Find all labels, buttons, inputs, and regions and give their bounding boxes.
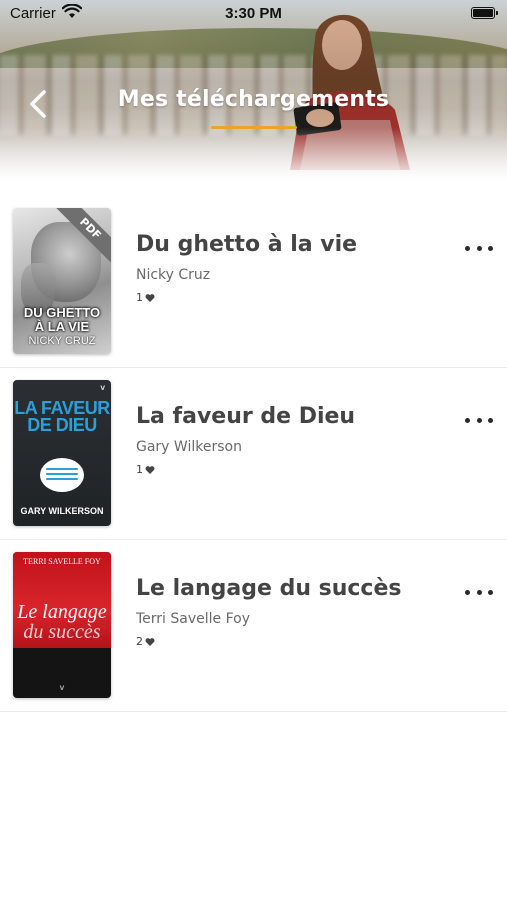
ellipsis-dot bbox=[488, 589, 493, 595]
book-author: Nicky Cruz bbox=[136, 267, 211, 283]
like-count-value: 1 bbox=[136, 463, 143, 476]
book-title[interactable]: La faveur de Dieu bbox=[136, 404, 355, 429]
cover-author: TERRI SAVELLE FOY bbox=[23, 557, 101, 566]
cover-title-line2: DE DIEU bbox=[27, 415, 97, 435]
clock: 3:30 PM bbox=[225, 5, 282, 22]
more-options-button[interactable] bbox=[465, 241, 493, 255]
like-count-value: 1 bbox=[136, 291, 143, 304]
downloads-list: PDF DU GHETTO À LA VIE NICKY CRUZ Du ghe… bbox=[0, 196, 507, 712]
heart-icon bbox=[145, 637, 155, 646]
heart-icon bbox=[145, 465, 155, 474]
like-count: 2 bbox=[136, 635, 155, 648]
book-cover[interactable]: PDF DU GHETTO À LA VIE NICKY CRUZ bbox=[13, 208, 111, 354]
book-row[interactable]: V LA FAVEUR DE DIEU GARY WILKERSON La fa… bbox=[0, 368, 507, 540]
ellipsis-dot bbox=[476, 245, 482, 251]
ellipsis-dot bbox=[476, 417, 482, 423]
cover-title: Le langage du succès bbox=[13, 602, 111, 642]
page-title: Mes téléchargements bbox=[117, 87, 390, 112]
ellipsis-dot bbox=[476, 589, 482, 595]
cover-title-line1: DU GHETTO bbox=[23, 305, 101, 320]
ellipsis-icon bbox=[465, 417, 470, 423]
book-author: Terri Savelle Foy bbox=[136, 611, 251, 627]
cover-title: LA FAVEUR DE DIEU bbox=[13, 399, 111, 435]
publisher-logo: V bbox=[59, 685, 65, 692]
ellipsis-dot bbox=[488, 417, 493, 423]
ellipsis-icon bbox=[465, 245, 470, 251]
book-cover[interactable]: TERRI SAVELLE FOY Le langage du succès V bbox=[13, 552, 111, 698]
like-count: 1 bbox=[136, 291, 155, 304]
more-options-button[interactable] bbox=[465, 585, 493, 599]
ellipsis-icon bbox=[465, 589, 470, 595]
cover-title-line2: du succès bbox=[23, 621, 101, 643]
status-bar: Carrier 3:30 PM bbox=[0, 0, 507, 28]
cover-title-line1: Le langage bbox=[17, 601, 107, 623]
cover-author: NICKY CRUZ bbox=[28, 335, 96, 347]
ellipsis-dot bbox=[488, 245, 493, 251]
battery-icon bbox=[471, 7, 498, 19]
publisher-logo: V bbox=[100, 385, 105, 392]
cover-emblem bbox=[40, 458, 84, 492]
title-underline bbox=[211, 126, 297, 129]
like-count: 1 bbox=[136, 463, 155, 476]
more-options-button[interactable] bbox=[465, 413, 493, 427]
book-title[interactable]: Du ghetto à la vie bbox=[136, 232, 357, 257]
book-cover[interactable]: V LA FAVEUR DE DIEU GARY WILKERSON bbox=[13, 380, 111, 526]
book-row[interactable]: TERRI SAVELLE FOY Le langage du succès V… bbox=[0, 540, 507, 712]
cover-title: DU GHETTO À LA VIE bbox=[13, 306, 111, 334]
book-title[interactable]: Le langage du succès bbox=[136, 576, 402, 601]
cover-author: GARY WILKERSON bbox=[20, 506, 104, 516]
like-count-value: 2 bbox=[136, 635, 143, 648]
cover-title-line2: À LA VIE bbox=[34, 319, 90, 334]
book-row[interactable]: PDF DU GHETTO À LA VIE NICKY CRUZ Du ghe… bbox=[0, 196, 507, 368]
heart-icon bbox=[145, 293, 155, 302]
book-author: Gary Wilkerson bbox=[136, 439, 242, 455]
